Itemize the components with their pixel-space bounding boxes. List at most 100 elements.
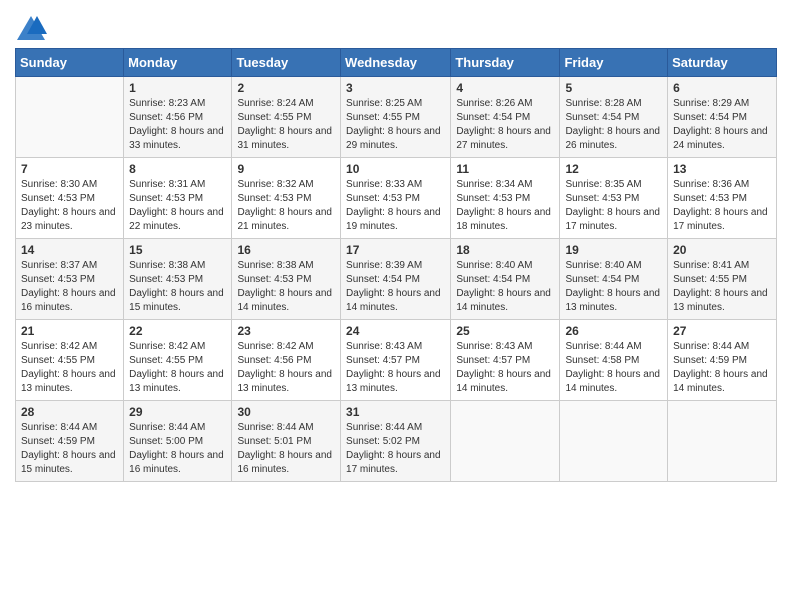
day-number: 4 <box>456 81 554 95</box>
day-info: Sunrise: 8:32 AMSunset: 4:53 PMDaylight:… <box>237 178 335 234</box>
day-number: 30 <box>237 405 335 419</box>
calendar-cell: 6 Sunrise: 8:29 AMSunset: 4:54 PMDayligh… <box>668 77 777 158</box>
calendar-cell: 22 Sunrise: 8:42 AMSunset: 4:55 PMDaylig… <box>124 320 232 401</box>
day-info: Sunrise: 8:34 AMSunset: 4:53 PMDaylight:… <box>456 178 554 234</box>
day-info: Sunrise: 8:26 AMSunset: 4:54 PMDaylight:… <box>456 97 554 153</box>
day-number: 29 <box>129 405 226 419</box>
day-number: 13 <box>673 162 771 176</box>
day-header-saturday: Saturday <box>668 49 777 77</box>
day-number: 31 <box>346 405 445 419</box>
day-info: Sunrise: 8:39 AMSunset: 4:54 PMDaylight:… <box>346 259 445 315</box>
day-info: Sunrise: 8:44 AMSunset: 4:59 PMDaylight:… <box>21 421 118 477</box>
calendar-week-5: 28 Sunrise: 8:44 AMSunset: 4:59 PMDaylig… <box>16 401 777 482</box>
calendar-cell: 28 Sunrise: 8:44 AMSunset: 4:59 PMDaylig… <box>16 401 124 482</box>
calendar-cell <box>451 401 560 482</box>
day-info: Sunrise: 8:35 AMSunset: 4:53 PMDaylight:… <box>565 178 662 234</box>
calendar-week-1: 1 Sunrise: 8:23 AMSunset: 4:56 PMDayligh… <box>16 77 777 158</box>
day-number: 8 <box>129 162 226 176</box>
calendar-cell: 5 Sunrise: 8:28 AMSunset: 4:54 PMDayligh… <box>560 77 668 158</box>
logo-icon <box>15 14 47 42</box>
calendar-cell: 27 Sunrise: 8:44 AMSunset: 4:59 PMDaylig… <box>668 320 777 401</box>
calendar-cell: 20 Sunrise: 8:41 AMSunset: 4:55 PMDaylig… <box>668 239 777 320</box>
logo <box>15 14 51 42</box>
calendar-cell: 16 Sunrise: 8:38 AMSunset: 4:53 PMDaylig… <box>232 239 341 320</box>
day-number: 6 <box>673 81 771 95</box>
calendar-cell: 26 Sunrise: 8:44 AMSunset: 4:58 PMDaylig… <box>560 320 668 401</box>
calendar-cell: 10 Sunrise: 8:33 AMSunset: 4:53 PMDaylig… <box>341 158 451 239</box>
day-number: 9 <box>237 162 335 176</box>
calendar-cell: 29 Sunrise: 8:44 AMSunset: 5:00 PMDaylig… <box>124 401 232 482</box>
day-info: Sunrise: 8:30 AMSunset: 4:53 PMDaylight:… <box>21 178 118 234</box>
day-info: Sunrise: 8:38 AMSunset: 4:53 PMDaylight:… <box>237 259 335 315</box>
calendar-table: SundayMondayTuesdayWednesdayThursdayFrid… <box>15 48 777 482</box>
day-info: Sunrise: 8:42 AMSunset: 4:56 PMDaylight:… <box>237 340 335 396</box>
calendar-cell: 4 Sunrise: 8:26 AMSunset: 4:54 PMDayligh… <box>451 77 560 158</box>
calendar-cell: 1 Sunrise: 8:23 AMSunset: 4:56 PMDayligh… <box>124 77 232 158</box>
calendar-header-row: SundayMondayTuesdayWednesdayThursdayFrid… <box>16 49 777 77</box>
calendar-cell: 12 Sunrise: 8:35 AMSunset: 4:53 PMDaylig… <box>560 158 668 239</box>
calendar-cell: 15 Sunrise: 8:38 AMSunset: 4:53 PMDaylig… <box>124 239 232 320</box>
day-info: Sunrise: 8:40 AMSunset: 4:54 PMDaylight:… <box>565 259 662 315</box>
day-info: Sunrise: 8:23 AMSunset: 4:56 PMDaylight:… <box>129 97 226 153</box>
day-info: Sunrise: 8:28 AMSunset: 4:54 PMDaylight:… <box>565 97 662 153</box>
calendar-cell: 13 Sunrise: 8:36 AMSunset: 4:53 PMDaylig… <box>668 158 777 239</box>
day-number: 22 <box>129 324 226 338</box>
day-header-monday: Monday <box>124 49 232 77</box>
calendar-cell: 17 Sunrise: 8:39 AMSunset: 4:54 PMDaylig… <box>341 239 451 320</box>
day-info: Sunrise: 8:43 AMSunset: 4:57 PMDaylight:… <box>346 340 445 396</box>
day-number: 25 <box>456 324 554 338</box>
day-number: 5 <box>565 81 662 95</box>
day-number: 14 <box>21 243 118 257</box>
day-info: Sunrise: 8:42 AMSunset: 4:55 PMDaylight:… <box>21 340 118 396</box>
calendar-cell: 8 Sunrise: 8:31 AMSunset: 4:53 PMDayligh… <box>124 158 232 239</box>
calendar-cell: 14 Sunrise: 8:37 AMSunset: 4:53 PMDaylig… <box>16 239 124 320</box>
day-number: 3 <box>346 81 445 95</box>
day-header-tuesday: Tuesday <box>232 49 341 77</box>
day-number: 2 <box>237 81 335 95</box>
day-number: 20 <box>673 243 771 257</box>
day-info: Sunrise: 8:29 AMSunset: 4:54 PMDaylight:… <box>673 97 771 153</box>
day-number: 15 <box>129 243 226 257</box>
day-number: 18 <box>456 243 554 257</box>
day-number: 16 <box>237 243 335 257</box>
day-info: Sunrise: 8:44 AMSunset: 4:59 PMDaylight:… <box>673 340 771 396</box>
day-info: Sunrise: 8:42 AMSunset: 4:55 PMDaylight:… <box>129 340 226 396</box>
calendar-cell: 7 Sunrise: 8:30 AMSunset: 4:53 PMDayligh… <box>16 158 124 239</box>
calendar-cell: 18 Sunrise: 8:40 AMSunset: 4:54 PMDaylig… <box>451 239 560 320</box>
calendar-week-2: 7 Sunrise: 8:30 AMSunset: 4:53 PMDayligh… <box>16 158 777 239</box>
day-info: Sunrise: 8:41 AMSunset: 4:55 PMDaylight:… <box>673 259 771 315</box>
calendar-cell: 21 Sunrise: 8:42 AMSunset: 4:55 PMDaylig… <box>16 320 124 401</box>
calendar-cell: 11 Sunrise: 8:34 AMSunset: 4:53 PMDaylig… <box>451 158 560 239</box>
calendar-cell: 2 Sunrise: 8:24 AMSunset: 4:55 PMDayligh… <box>232 77 341 158</box>
day-info: Sunrise: 8:44 AMSunset: 5:00 PMDaylight:… <box>129 421 226 477</box>
day-info: Sunrise: 8:43 AMSunset: 4:57 PMDaylight:… <box>456 340 554 396</box>
day-number: 27 <box>673 324 771 338</box>
calendar-cell <box>668 401 777 482</box>
day-number: 19 <box>565 243 662 257</box>
day-number: 17 <box>346 243 445 257</box>
day-info: Sunrise: 8:36 AMSunset: 4:53 PMDaylight:… <box>673 178 771 234</box>
day-info: Sunrise: 8:33 AMSunset: 4:53 PMDaylight:… <box>346 178 445 234</box>
calendar-cell: 31 Sunrise: 8:44 AMSunset: 5:02 PMDaylig… <box>341 401 451 482</box>
day-info: Sunrise: 8:24 AMSunset: 4:55 PMDaylight:… <box>237 97 335 153</box>
calendar-cell: 30 Sunrise: 8:44 AMSunset: 5:01 PMDaylig… <box>232 401 341 482</box>
day-number: 10 <box>346 162 445 176</box>
day-number: 12 <box>565 162 662 176</box>
day-number: 23 <box>237 324 335 338</box>
day-header-wednesday: Wednesday <box>341 49 451 77</box>
day-info: Sunrise: 8:31 AMSunset: 4:53 PMDaylight:… <box>129 178 226 234</box>
day-number: 7 <box>21 162 118 176</box>
day-info: Sunrise: 8:44 AMSunset: 5:01 PMDaylight:… <box>237 421 335 477</box>
calendar-cell <box>16 77 124 158</box>
day-number: 24 <box>346 324 445 338</box>
calendar-cell: 23 Sunrise: 8:42 AMSunset: 4:56 PMDaylig… <box>232 320 341 401</box>
calendar-cell: 9 Sunrise: 8:32 AMSunset: 4:53 PMDayligh… <box>232 158 341 239</box>
day-header-thursday: Thursday <box>451 49 560 77</box>
day-header-sunday: Sunday <box>16 49 124 77</box>
day-number: 11 <box>456 162 554 176</box>
calendar-cell: 19 Sunrise: 8:40 AMSunset: 4:54 PMDaylig… <box>560 239 668 320</box>
day-info: Sunrise: 8:40 AMSunset: 4:54 PMDaylight:… <box>456 259 554 315</box>
day-number: 26 <box>565 324 662 338</box>
page-header <box>15 10 777 42</box>
day-info: Sunrise: 8:44 AMSunset: 4:58 PMDaylight:… <box>565 340 662 396</box>
